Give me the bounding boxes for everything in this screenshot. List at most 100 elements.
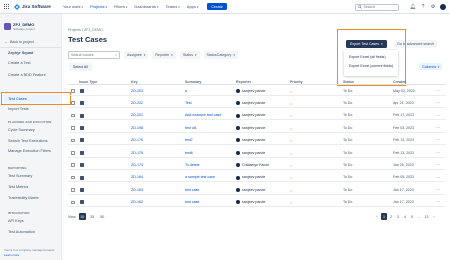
row-checkbox[interactable] <box>71 89 75 93</box>
page-size-50[interactable]: 50 <box>99 213 106 220</box>
row-checkbox[interactable] <box>71 126 75 130</box>
issue-summary-link[interactable]: test6 <box>185 151 193 155</box>
nav-your-work[interactable]: Your work ▾ <box>63 4 83 9</box>
breadcrumb[interactable]: Projects / ZFJ_DEMO <box>68 28 103 32</box>
row-checkbox[interactable] <box>71 175 75 180</box>
page-size-25[interactable]: 25 <box>89 213 96 220</box>
global-search-input[interactable]: Search <box>355 3 399 11</box>
jira-logo[interactable]: Jira Software <box>14 3 51 10</box>
table-row[interactable]: ZD-202 Test sanjeev pande = To Do Apr 21, 202… <box>68 98 446 108</box>
sidebar-item-manage-filters[interactable]: Manage Execution Filters <box>8 149 51 153</box>
sidebar-item-test-automation[interactable]: Test Automation <box>8 230 35 234</box>
page-3[interactable]: 3 <box>395 213 401 220</box>
sidebar-item-search-executions[interactable]: Search Test Executions <box>8 139 48 143</box>
table-row[interactable]: ZD-164 a sample test case sanjeev pande = To… <box>68 173 446 183</box>
issue-search-input[interactable]: Search issues ⌕ <box>68 51 120 59</box>
issue-summary-link[interactable]: test case <box>185 200 199 204</box>
issue-key-link[interactable]: ZD-198 <box>131 126 143 130</box>
table-row[interactable]: ZD-174 To delete Chidamyn Facon = To Do Jan 2… <box>68 160 446 170</box>
table-row[interactable]: ZD-163 test case sanjeev pande = To Do Jan 17… <box>68 185 446 195</box>
header-key[interactable]: Key <box>131 80 138 84</box>
issue-summary-link[interactable]: test case <box>185 188 199 192</box>
user-avatar[interactable] <box>440 3 446 10</box>
sidebar-item-create-bdd[interactable]: Create a BDD Feature <box>8 73 46 77</box>
nav-teams[interactable]: Teams ▾ <box>165 4 179 9</box>
page-5[interactable]: 5 <box>409 213 415 220</box>
row-checkbox[interactable] <box>71 163 75 167</box>
table-row[interactable]: ZD-198 test ut1 sanjeev pande = To Do Feb 03,… <box>68 123 446 133</box>
sidebar-item-test-metrics[interactable]: Test Metrics <box>8 185 28 189</box>
more-actions-icon[interactable]: ⋯ <box>436 175 440 180</box>
page-2[interactable]: 2 <box>388 213 394 220</box>
more-actions-icon[interactable]: ⋯ <box>436 125 440 130</box>
create-button[interactable]: Create <box>207 3 227 10</box>
issue-key-link[interactable]: ZD-176 <box>131 138 143 142</box>
select-all-button[interactable]: Select All <box>69 63 92 71</box>
learn-more-link[interactable]: Learn more <box>4 253 19 257</box>
more-actions-icon[interactable]: ⋯ <box>436 113 440 118</box>
more-actions-icon[interactable]: ⋯ <box>436 199 440 204</box>
issue-key-link[interactable]: ZD-203 <box>131 89 143 93</box>
project-header[interactable]: ZFJ_DEMO Software project <box>4 22 35 31</box>
issue-key-link[interactable]: ZD-174 <box>131 163 143 167</box>
issue-key-link[interactable]: ZD-201 <box>131 113 143 117</box>
next-page-icon[interactable]: › <box>431 213 437 220</box>
issue-key-link[interactable]: ZD-175 <box>131 151 143 155</box>
issue-summary-link[interactable]: To delete <box>185 163 200 167</box>
table-row[interactable]: ZD-176 test7 sanjeev pande = To Do Feb 13, 20… <box>68 136 446 146</box>
assignee-filter[interactable]: Assignee ▾ <box>124 51 149 59</box>
help-icon[interactable]: ? <box>420 4 426 10</box>
issue-summary-link[interactable]: test ut1 <box>185 126 197 130</box>
row-checkbox[interactable] <box>71 101 75 105</box>
header-reporter[interactable]: Reporter <box>236 80 251 84</box>
prev-page-icon[interactable]: ‹ <box>374 213 380 220</box>
issue-summary-link[interactable]: a sample test case <box>185 175 215 179</box>
page-1[interactable]: 1 <box>381 213 387 220</box>
issue-summary-link[interactable]: Add example test case <box>185 113 221 117</box>
issue-key-link[interactable]: ZD-162 <box>131 200 143 204</box>
reporter-filter[interactable]: Reporter ▾ <box>152 51 176 59</box>
more-actions-icon[interactable]: ⋯ <box>436 187 440 192</box>
issue-summary-link[interactable]: a <box>185 89 187 93</box>
issue-key-link[interactable]: ZD-163 <box>131 188 143 192</box>
sidebar-item-create-test[interactable]: Create a Test <box>8 61 31 65</box>
settings-gear-icon[interactable]: ⚙︎ <box>430 4 436 10</box>
columns-button[interactable]: Columns ▾ <box>419 63 443 70</box>
sidebar-item-traceability[interactable]: Traceability Matrix <box>8 196 39 200</box>
header-summary[interactable]: Summary <box>185 80 201 84</box>
nav-apps[interactable]: Apps ▾ <box>187 4 199 9</box>
row-checkbox[interactable] <box>71 200 75 205</box>
nav-projects[interactable]: Projects ▾ <box>90 4 107 9</box>
sidebar-item-import-tests[interactable]: Import Tests <box>8 107 29 111</box>
table-row[interactable]: ZD-162 test case sanjeev pande = To Do Jan 17… <box>68 198 446 208</box>
sidebar-item-test-summary[interactable]: Test Summary <box>8 174 32 178</box>
issue-summary-link[interactable]: test7 <box>185 138 193 142</box>
table-row[interactable]: ZD-175 test6 sanjeev pande = To Do Feb 13, 20… <box>68 148 446 158</box>
issue-key-link[interactable]: ZD-202 <box>131 101 143 105</box>
header-created[interactable]: Created <box>393 80 406 84</box>
issue-key-link[interactable]: ZD-164 <box>131 175 143 179</box>
row-checkbox[interactable] <box>71 113 75 118</box>
more-actions-icon[interactable]: ⋯ <box>436 88 440 93</box>
page-13[interactable]: 13 <box>423 213 430 220</box>
header-issue-type[interactable]: Issue Type <box>79 80 97 84</box>
status-category-filter[interactable]: StatusCategory ▾ <box>203 51 238 59</box>
row-checkbox[interactable] <box>71 138 75 143</box>
page-4[interactable]: 4 <box>402 213 408 220</box>
sidebar-item-api-keys[interactable]: API Keys <box>8 219 24 223</box>
sidebar-item-cycle-summary[interactable]: Cycle Summary <box>8 128 35 132</box>
more-actions-icon[interactable]: ⋯ <box>436 150 440 155</box>
app-switcher-icon[interactable] <box>4 3 10 10</box>
table-row[interactable]: ZD-203 a sanjeev pande = To Do May 03, 2023 ⋯ <box>68 86 446 96</box>
row-checkbox[interactable] <box>71 188 75 192</box>
more-actions-icon[interactable]: ⋯ <box>436 100 440 105</box>
back-to-project-link[interactable]: ← Back to project <box>4 39 34 44</box>
header-priority[interactable]: Priority <box>290 80 303 84</box>
more-actions-icon[interactable]: ⋯ <box>436 137 440 142</box>
issue-summary-link[interactable]: Test <box>185 101 192 105</box>
nav-filters[interactable]: Filters ▾ <box>114 4 127 9</box>
header-status[interactable]: Status <box>343 80 354 84</box>
notifications-icon[interactable]: 🔔︎ <box>410 4 416 10</box>
status-filter[interactable]: Status ▾ <box>179 51 200 59</box>
nav-dashboards[interactable]: Dashboards ▾ <box>134 4 158 9</box>
